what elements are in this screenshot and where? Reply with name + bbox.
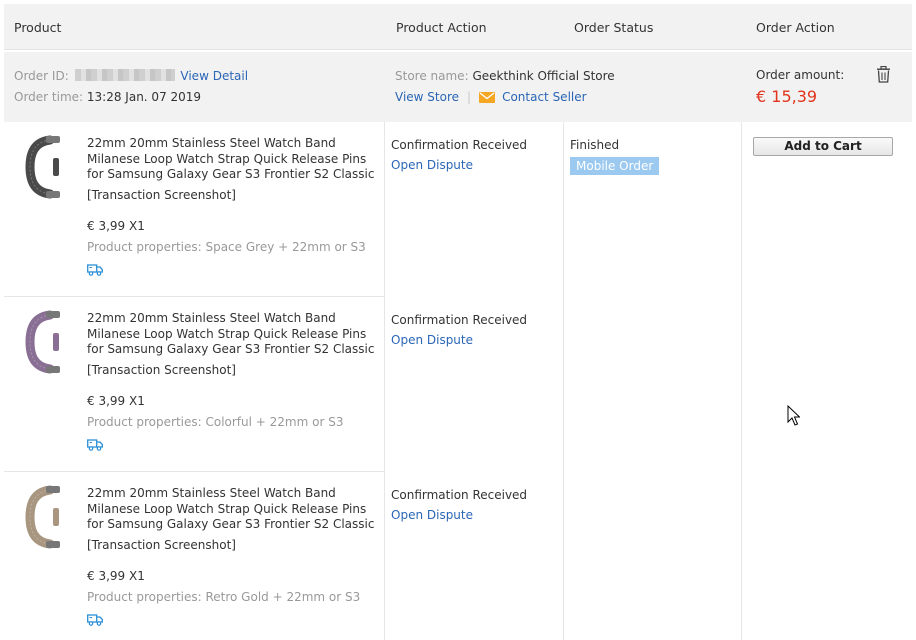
header-order-status: Order Status <box>574 20 654 35</box>
store-links: View Store | Contact Seller <box>395 90 587 104</box>
product-thumbnail[interactable] <box>20 484 70 550</box>
product-row: 22mm 20mm Stainless Steel Watch Band Mil… <box>4 297 384 472</box>
product-price: € 3,99 X1 <box>87 219 145 233</box>
product-properties: Product properties: Space Grey + 22mm or… <box>87 240 366 254</box>
product-action-cell: Confirmation Received Open Dispute <box>391 138 527 172</box>
mobile-order-badge: Mobile Order <box>570 157 660 175</box>
order-time-label: Order time: <box>14 90 84 104</box>
link-separator: | <box>467 90 472 104</box>
contact-seller-link[interactable]: Contact Seller <box>502 90 587 104</box>
open-dispute-link[interactable]: Open Dispute <box>391 158 527 172</box>
order-status-cell: Finished Mobile Order <box>570 138 660 175</box>
open-dispute-link[interactable]: Open Dispute <box>391 333 527 347</box>
product-price: € 3,99 X1 <box>87 394 145 408</box>
order-id-line: Order ID: View Detail <box>14 69 248 83</box>
truck-icon[interactable] <box>87 262 103 276</box>
open-dispute-link[interactable]: Open Dispute <box>391 508 527 522</box>
truck-icon[interactable] <box>87 612 103 626</box>
store-name-line: Store name: Geekthink Official Store <box>395 69 615 83</box>
header-order-action: Order Action <box>756 20 835 35</box>
column-divider <box>563 122 564 640</box>
product-properties: Product properties: Colorful + 22mm or S… <box>87 415 344 429</box>
mouse-cursor-icon <box>787 405 800 426</box>
truck-icon[interactable] <box>87 437 103 451</box>
trash-icon[interactable] <box>876 66 891 83</box>
transaction-screenshot-link[interactable]: [Transaction Screenshot] <box>87 363 236 377</box>
order-amount-value: € 15,39 <box>756 87 818 106</box>
mail-icon <box>479 91 496 103</box>
product-price: € 3,99 X1 <box>87 569 145 583</box>
product-title-link[interactable]: 22mm 20mm Stainless Steel Watch Band Mil… <box>87 486 377 533</box>
product-title-link[interactable]: 22mm 20mm Stainless Steel Watch Band Mil… <box>87 136 377 183</box>
product-title-link[interactable]: 22mm 20mm Stainless Steel Watch Band Mil… <box>87 311 377 358</box>
transaction-screenshot-link[interactable]: [Transaction Screenshot] <box>87 538 236 552</box>
order-id-redacted <box>74 69 175 81</box>
transaction-screenshot-link[interactable]: [Transaction Screenshot] <box>87 188 236 202</box>
product-action-cell: Confirmation Received Open Dispute <box>391 313 527 347</box>
table-header: Product Product Action Order Status Orde… <box>4 4 912 50</box>
order-time-line: Order time: 13:28 Jan. 07 2019 <box>14 90 201 104</box>
store-name-value: Geekthink Official Store <box>472 69 615 83</box>
order-id-label: Order ID: <box>14 69 69 83</box>
confirmation-status: Confirmation Received <box>391 313 528 327</box>
product-action-cell: Confirmation Received Open Dispute <box>391 488 527 522</box>
product-row: 22mm 20mm Stainless Steel Watch Band Mil… <box>4 122 384 297</box>
product-thumbnail[interactable] <box>20 134 70 200</box>
view-store-link[interactable]: View Store <box>395 90 459 104</box>
add-to-cart-button[interactable]: Add to Cart <box>753 137 893 156</box>
confirmation-status: Confirmation Received <box>391 488 528 502</box>
order-time-value: 13:28 Jan. 07 2019 <box>86 90 202 104</box>
order-amount-label: Order amount: <box>756 68 845 82</box>
column-divider <box>741 122 742 640</box>
product-properties: Product properties: Retro Gold + 22mm or… <box>87 590 361 604</box>
product-row: 22mm 20mm Stainless Steel Watch Band Mil… <box>4 472 384 640</box>
header-product: Product <box>14 20 62 35</box>
order-info-bar: Order ID: View Detail Order time: 13:28 … <box>4 52 912 122</box>
column-divider <box>384 122 385 640</box>
store-name-label: Store name: <box>395 69 469 83</box>
view-detail-link[interactable]: View Detail <box>180 69 248 83</box>
product-thumbnail[interactable] <box>20 309 70 375</box>
order-status-text: Finished <box>570 138 620 152</box>
header-product-action: Product Action <box>396 20 487 35</box>
confirmation-status: Confirmation Received <box>391 138 528 152</box>
